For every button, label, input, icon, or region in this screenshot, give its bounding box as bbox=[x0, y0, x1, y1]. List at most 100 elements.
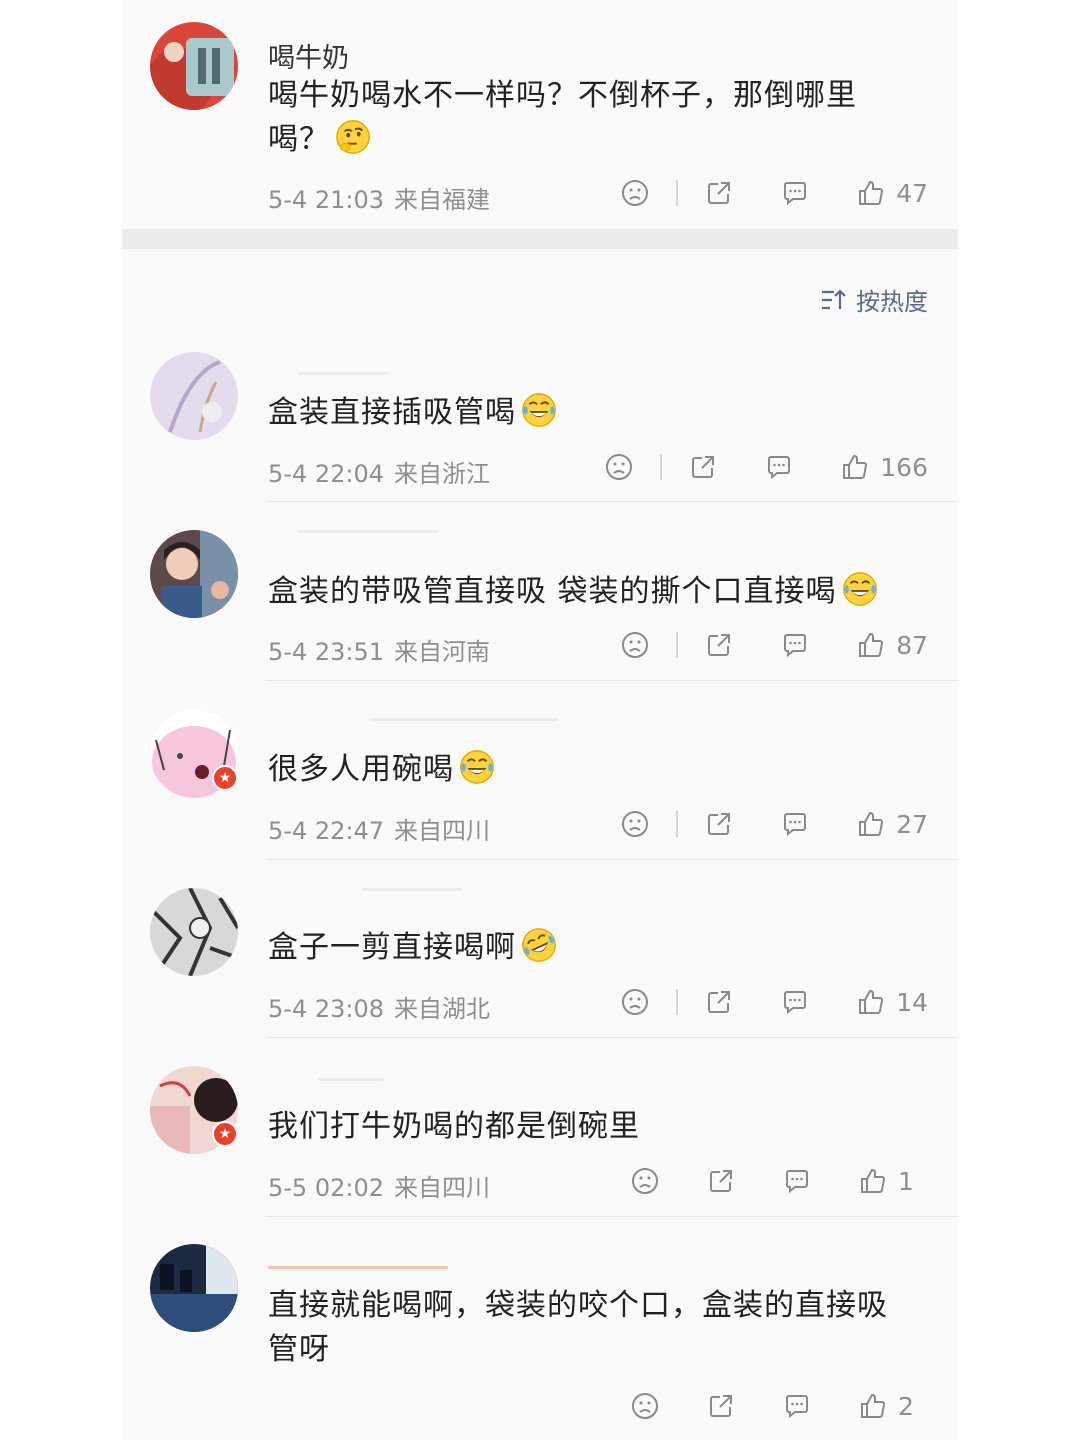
dislike-button[interactable] bbox=[620, 630, 650, 660]
thumbs-up-icon bbox=[843, 454, 868, 479]
comment-time: 5-4 23:08 bbox=[268, 995, 384, 1023]
username[interactable]: 喝牛奶 bbox=[268, 36, 349, 75]
like-button[interactable]: 2 bbox=[858, 1391, 928, 1421]
comment-actions: 87 bbox=[620, 628, 928, 662]
comment-text: 盒装直接插吸管喝 bbox=[268, 391, 918, 435]
like-count: 2 bbox=[898, 1391, 914, 1421]
comment-text-body: 我们打牛奶喝的都是倒碗里 bbox=[268, 1109, 640, 1144]
share-button[interactable] bbox=[704, 630, 734, 660]
thinking-face-icon bbox=[336, 120, 370, 154]
share-icon bbox=[710, 1395, 732, 1417]
avatar[interactable] bbox=[150, 1244, 238, 1332]
frown-face-icon bbox=[622, 180, 649, 206]
reply-button[interactable] bbox=[780, 178, 810, 208]
like-count: 47 bbox=[896, 178, 928, 208]
username-placeholder bbox=[318, 1078, 384, 1081]
avatar[interactable] bbox=[150, 888, 238, 976]
comment-divider bbox=[266, 501, 958, 502]
comment-text-body: 盒装直接插吸管喝 bbox=[268, 395, 516, 430]
comment-item: 盒装的带吸管直接吸 袋装的撕个口直接喝 5-4 23:51 来自河南 87 bbox=[122, 530, 958, 681]
share-button[interactable] bbox=[688, 452, 718, 482]
share-icon bbox=[692, 456, 715, 478]
comment-item: 盒子一剪直接喝啊 5-4 23:08 来自湖北 14 bbox=[122, 888, 958, 1038]
tears-of-joy-icon bbox=[460, 750, 494, 784]
comment-divider bbox=[266, 1037, 958, 1038]
sort-label: 按热度 bbox=[856, 288, 928, 316]
action-separator bbox=[676, 989, 679, 1015]
avatar[interactable] bbox=[150, 530, 238, 618]
frown-face-icon bbox=[606, 454, 633, 480]
comment-page: 喝牛奶 喝牛奶喝水不一样吗？不倒杯子，那倒哪里喝？ 5-4 21:03 来自福建 … bbox=[0, 0, 1080, 1440]
rolling-laughing-icon bbox=[522, 928, 556, 962]
like-button[interactable]: 14 bbox=[856, 987, 928, 1017]
like-button[interactable]: 27 bbox=[856, 809, 928, 839]
like-button[interactable]: 87 bbox=[856, 630, 928, 660]
action-separator bbox=[676, 180, 679, 206]
thumbs-up-icon bbox=[859, 811, 884, 836]
reply-button[interactable] bbox=[782, 1166, 812, 1196]
comment-meta: 5-4 21:03 来自福建 bbox=[268, 180, 490, 215]
sort-icon bbox=[822, 288, 846, 309]
like-button[interactable]: 1 bbox=[858, 1166, 928, 1196]
reply-button[interactable] bbox=[764, 452, 794, 482]
thumbs-up-icon bbox=[859, 632, 884, 657]
comment-location: 来自湖北 bbox=[394, 995, 490, 1023]
like-button[interactable]: 47 bbox=[856, 178, 928, 208]
tears-of-joy-icon bbox=[522, 393, 556, 427]
comment-time: 5-4 23:51 bbox=[268, 638, 384, 666]
reply-button[interactable] bbox=[780, 987, 810, 1017]
dislike-button[interactable] bbox=[604, 452, 634, 482]
section-divider bbox=[122, 229, 958, 249]
action-separator bbox=[676, 632, 679, 658]
share-button[interactable] bbox=[704, 987, 734, 1017]
comment-text: 我们打牛奶喝的都是倒碗里 bbox=[268, 1105, 918, 1149]
dislike-button[interactable] bbox=[630, 1166, 660, 1196]
frown-face-icon bbox=[632, 1168, 658, 1194]
frown-face-icon bbox=[622, 989, 649, 1015]
comment-text: 很多人用碗喝 bbox=[268, 748, 918, 792]
tears-of-joy-icon bbox=[842, 572, 877, 606]
action-separator bbox=[660, 454, 663, 480]
comment-bubble-icon bbox=[784, 634, 807, 658]
dislike-button[interactable] bbox=[620, 987, 650, 1017]
share-icon bbox=[708, 634, 731, 656]
share-button[interactable] bbox=[706, 1166, 736, 1196]
dislike-button[interactable] bbox=[630, 1391, 660, 1421]
share-button[interactable] bbox=[706, 1391, 736, 1421]
frown-face-icon bbox=[622, 811, 649, 837]
username-placeholder bbox=[372, 718, 558, 721]
reply-button[interactable] bbox=[780, 630, 810, 660]
thumbs-up-icon bbox=[859, 989, 884, 1014]
action-separator bbox=[676, 811, 679, 837]
share-icon bbox=[708, 813, 731, 835]
share-button[interactable] bbox=[704, 178, 734, 208]
comment-meta: 5-4 22:04 来自浙江 bbox=[268, 454, 490, 489]
comment-bubble-icon bbox=[784, 991, 807, 1015]
comment-bubble-icon bbox=[784, 813, 807, 837]
comment-divider bbox=[266, 859, 958, 860]
username-placeholder bbox=[362, 888, 462, 891]
comment-item: ★ 我们打牛奶喝的都是倒碗里 5-5 02:02 来自四川 1 bbox=[122, 1066, 958, 1217]
comment-location: 来自河南 bbox=[394, 638, 490, 666]
like-button[interactable]: 166 bbox=[840, 452, 928, 482]
comment-meta: 5-4 23:51 来自河南 bbox=[268, 632, 490, 667]
reply-button[interactable] bbox=[780, 809, 810, 839]
comment-actions: 2 bbox=[630, 1389, 928, 1423]
comment-item: ★ 很多人用碗喝 5-4 22:47 来自四川 27 bbox=[122, 710, 958, 860]
avatar[interactable] bbox=[150, 22, 238, 110]
avatar[interactable] bbox=[150, 352, 238, 440]
comment-bubble-icon bbox=[784, 182, 807, 206]
sort-toggle[interactable]: 按热度 bbox=[820, 282, 928, 317]
comment-actions: 47 bbox=[620, 176, 928, 210]
frown-face-icon bbox=[622, 632, 649, 658]
username-placeholder bbox=[298, 372, 388, 375]
comment-location: 来自四川 bbox=[394, 1174, 490, 1202]
comment-location: 来自四川 bbox=[394, 817, 490, 845]
comment-divider bbox=[266, 680, 958, 681]
dislike-button[interactable] bbox=[620, 809, 650, 839]
share-icon bbox=[708, 991, 731, 1013]
like-count: 27 bbox=[896, 809, 928, 839]
dislike-button[interactable] bbox=[620, 178, 650, 208]
reply-button[interactable] bbox=[782, 1391, 812, 1421]
share-button[interactable] bbox=[704, 809, 734, 839]
